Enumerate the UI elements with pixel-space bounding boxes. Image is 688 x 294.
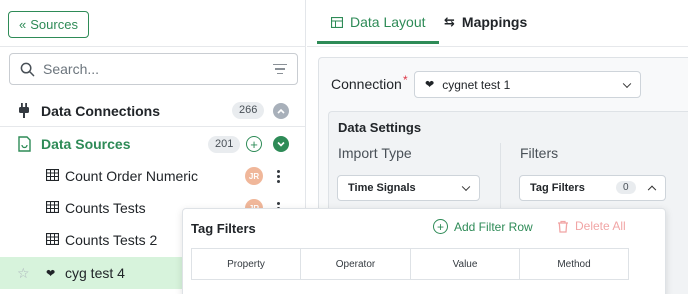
search-box[interactable] [9, 53, 298, 85]
active-tab-indicator [317, 41, 439, 44]
more-options-icon[interactable] [276, 169, 280, 183]
data-sources-label: Data Sources [41, 136, 131, 152]
tab-label: Mappings [461, 14, 528, 30]
required-mark: * [403, 73, 408, 87]
column-header-method: Method [519, 248, 629, 280]
add-data-source-button[interactable]: + [246, 136, 262, 152]
divider [307, 46, 688, 47]
divider [0, 46, 306, 47]
filters-label: Filters [520, 145, 559, 161]
tag-filters-title: Tag Filters [191, 221, 256, 236]
column-header-property: Property [191, 248, 301, 280]
tab-data-layout[interactable]: Data Layout [331, 0, 426, 44]
cygnet-heart-icon: ❤ [46, 267, 56, 280]
data-connections-header[interactable]: Data Connections 266 [0, 95, 305, 127]
chevron-down-icon [622, 79, 632, 88]
data-sources-count: 201 [208, 135, 241, 153]
column-header-operator: Operator [300, 248, 411, 280]
list-item[interactable]: Count Order Numeric JR [0, 160, 305, 192]
connection-select[interactable]: ❤ cygnet test 1 [414, 71, 641, 98]
trash-icon [558, 220, 568, 233]
sources-back-button[interactable]: « Sources [8, 11, 89, 38]
list-item-label: Counts Tests [65, 200, 146, 216]
connection-label: Connection [331, 76, 402, 92]
data-connections-count: 266 [232, 102, 265, 119]
add-filter-row-label: Add Filter Row [454, 219, 533, 234]
plus-circle-icon: + [433, 219, 448, 234]
search-input[interactable] [43, 61, 265, 77]
chevron-down-icon [461, 182, 471, 192]
tag-filters-toggle[interactable]: Tag Filters 0 [519, 175, 666, 201]
chevron-down-icon [277, 141, 285, 147]
add-filter-row-button[interactable]: + Add Filter Row [433, 219, 533, 234]
import-type-value: Time Signals [348, 182, 416, 194]
table-icon [46, 233, 59, 245]
double-chevron-left-icon: « [19, 17, 26, 32]
collapse-connections-button[interactable] [273, 102, 289, 119]
list-item-label: Counts Tests 2 [65, 232, 158, 248]
star-icon[interactable]: ☆ [17, 265, 30, 282]
table-icon [331, 16, 343, 28]
import-type-select[interactable]: Time Signals [337, 175, 480, 201]
plug-icon [19, 103, 29, 118]
chevron-up-icon [277, 108, 285, 114]
data-settings-title: Data Settings [338, 120, 422, 135]
list-item-label: Count Order Numeric [65, 168, 199, 184]
import-type-label: Import Type [338, 145, 412, 161]
data-source-icon [18, 136, 31, 152]
filter-icon[interactable] [273, 63, 287, 75]
tab-bar: Data Layout ⇆ Mappings [307, 0, 688, 46]
data-connections-label: Data Connections [41, 102, 161, 119]
search-icon [20, 62, 35, 76]
cygnet-heart-icon: ❤ [425, 79, 435, 91]
sources-button-label: Sources [30, 17, 78, 32]
tab-mappings[interactable]: ⇆ Mappings [444, 0, 527, 44]
column-header-value: Value [410, 248, 520, 280]
avatar: JR [245, 167, 263, 185]
data-sources-header[interactable]: Data Sources 201 + [0, 128, 305, 160]
swap-icon: ⇆ [444, 14, 455, 29]
tag-filters-value: Tag Filters [530, 182, 585, 194]
table-icon [46, 201, 59, 213]
tag-filters-table: Property Operator Value Method [191, 248, 629, 280]
delete-all-button[interactable]: Delete All [557, 219, 626, 233]
tag-filters-count: 0 [616, 181, 636, 194]
tab-label: Data Layout [350, 14, 426, 30]
delete-all-label: Delete All [575, 219, 626, 233]
collapse-sources-button[interactable] [273, 136, 289, 152]
connection-value: cygnet test 1 [442, 77, 511, 92]
chevron-up-icon [647, 185, 657, 195]
divider [500, 143, 501, 213]
tag-filters-popover: Tag Filters + Add Filter Row Delete All … [182, 208, 666, 294]
list-item-label: cyg test 4 [65, 265, 125, 281]
table-icon [46, 169, 59, 181]
plus-icon: + [250, 136, 258, 152]
